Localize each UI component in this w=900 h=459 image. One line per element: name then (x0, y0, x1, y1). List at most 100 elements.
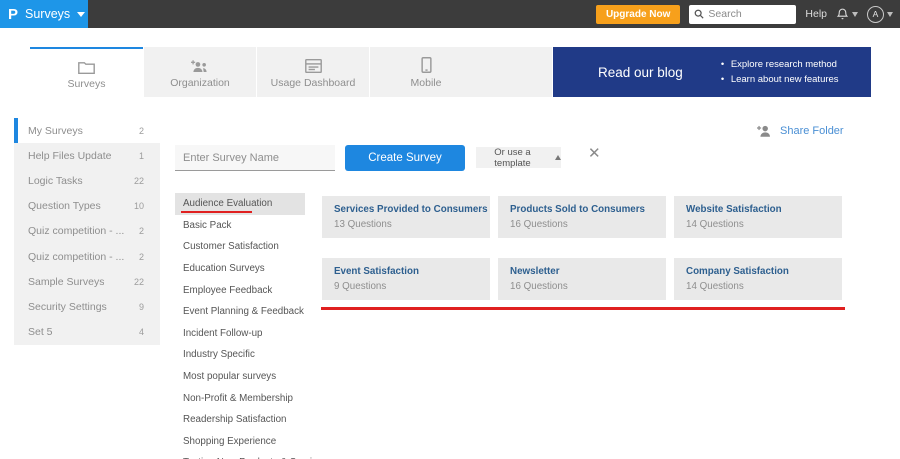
surveys-app-page: P Surveys Upgrade Now Help (0, 0, 900, 459)
category-employee-feedback[interactable]: Employee Feedback (175, 279, 305, 301)
search-input[interactable] (708, 8, 789, 20)
account-menu[interactable]: A (867, 5, 893, 23)
tab-label: Surveys (67, 77, 106, 90)
card-question-count: 9 Questions (334, 281, 387, 292)
chevron-down-icon (77, 11, 86, 17)
template-card-event-satisfaction[interactable]: Event Satisfaction 9 Questions (322, 258, 490, 300)
category-label: Customer Satisfaction (183, 241, 279, 253)
category-readership-satisfaction[interactable]: Readership Satisfaction (175, 409, 305, 431)
category-most-popular-surveys[interactable]: Most popular surveys (175, 366, 305, 388)
sidebar-item-label: Set 5 (28, 326, 53, 339)
annotation-line-template-cards (321, 307, 845, 310)
category-incident-follow-up[interactable]: Incident Follow-up (175, 323, 305, 345)
folders-sidebar: My Surveys 2 Help Files Update 1 Logic T… (14, 118, 160, 345)
blog-banner-bullets: Explore research method Learn about new … (721, 57, 839, 87)
upgrade-now-button[interactable]: Upgrade Now (595, 4, 681, 24)
template-cards-grid: Services Provided to Consumers 13 Questi… (322, 196, 842, 300)
top-bar: P Surveys Upgrade Now Help (0, 0, 900, 28)
topbar-actions: Upgrade Now Help (595, 4, 900, 24)
sidebar-item-label: Quiz competition - ... (28, 225, 125, 238)
proprofs-logo: P (8, 5, 19, 23)
add-people-icon (191, 56, 209, 73)
help-link[interactable]: Help (805, 8, 827, 20)
tab-usage-dashboard[interactable]: Usage Dashboard (256, 47, 369, 97)
use-template-toggle[interactable]: Or use a template (476, 146, 561, 169)
category-basic-pack[interactable]: Basic Pack (175, 215, 305, 237)
sidebar-item-count: 2 (138, 251, 144, 262)
template-card-services-provided[interactable]: Services Provided to Consumers 13 Questi… (322, 196, 490, 238)
annotation-underline-audience-evaluation (181, 211, 252, 213)
category-label: Shopping Experience (183, 435, 277, 447)
category-label: Education Surveys (183, 263, 265, 275)
sidebar-item-label: Quiz competition - ... (28, 250, 125, 263)
read-our-blog-banner[interactable]: Read our blog Explore research method Le… (553, 47, 871, 97)
product-switcher[interactable]: P Surveys (0, 0, 88, 28)
card-title: Newsletter (510, 266, 560, 277)
card-title: Website Satisfaction (686, 204, 782, 215)
share-folder-label: Share Folder (780, 125, 844, 137)
card-question-count: 14 Questions (686, 281, 744, 292)
sidebar-item-count: 9 (138, 301, 144, 312)
tab-organization[interactable]: Organization (143, 47, 256, 97)
tab-label: Organization (170, 76, 230, 89)
sidebar-item-count: 10 (133, 201, 144, 212)
category-event-planning-feedback[interactable]: Event Planning & Feedback (175, 301, 305, 323)
share-folder-button[interactable]: Share Folder (757, 125, 844, 137)
tab-mobile[interactable]: Mobile (369, 47, 482, 97)
sidebar-item-quiz-competition-1[interactable]: Quiz competition - ... 2 (14, 218, 160, 244)
sidebar-item-sample-surveys[interactable]: Sample Surveys 22 (14, 269, 160, 295)
close-icon[interactable]: ✕ (588, 146, 601, 161)
category-label: Industry Specific (183, 349, 255, 361)
category-label: Most popular surveys (183, 371, 277, 383)
blog-banner-title: Read our blog (598, 64, 683, 80)
card-title: Products Sold to Consumers (510, 204, 645, 215)
search-box[interactable] (689, 4, 797, 24)
card-title: Company Satisfaction (686, 266, 789, 277)
tab-label: Usage Dashboard (270, 76, 356, 89)
card-question-count: 16 Questions (510, 219, 568, 230)
category-label: Employee Feedback (183, 284, 273, 296)
sidebar-item-label: Security Settings (28, 300, 107, 313)
template-card-newsletter[interactable]: Newsletter 16 Questions (498, 258, 666, 300)
chevron-up-icon (555, 155, 561, 160)
sidebar-item-label: Question Types (28, 200, 101, 213)
category-testing-new-products[interactable]: Testing New Products & Services (175, 452, 327, 459)
notifications-button[interactable] (836, 7, 858, 21)
category-education-surveys[interactable]: Education Surveys (175, 258, 305, 280)
sidebar-item-count: 2 (138, 125, 144, 136)
sidebar-item-label: Logic Tasks (28, 174, 83, 187)
category-non-profit-membership[interactable]: Non-Profit & Membership (175, 387, 305, 409)
category-label: Incident Follow-up (183, 327, 263, 339)
survey-name-input[interactable] (175, 145, 335, 171)
sidebar-item-label: Help Files Update (28, 149, 112, 162)
product-switcher-label: Surveys (25, 7, 71, 21)
bell-icon (836, 7, 849, 21)
template-card-company-satisfaction[interactable]: Company Satisfaction 14 Questions (674, 258, 842, 300)
sidebar-item-count: 22 (133, 175, 144, 186)
category-label: Non-Profit & Membership (183, 392, 293, 404)
template-category-list: Audience Evaluation Basic Pack Customer … (175, 193, 327, 459)
create-survey-button[interactable]: Create Survey (345, 145, 465, 171)
sidebar-item-logic-tasks[interactable]: Logic Tasks 22 (14, 168, 160, 194)
sidebar-item-my-surveys[interactable]: My Surveys 2 (14, 118, 160, 144)
template-card-website-satisfaction[interactable]: Website Satisfaction 14 Questions (674, 196, 842, 238)
sidebar-item-help-files-update[interactable]: Help Files Update 1 (14, 143, 160, 169)
tab-surveys[interactable]: Surveys (30, 47, 143, 97)
mobile-icon (420, 56, 432, 73)
sidebar-item-set-5[interactable]: Set 5 4 (14, 319, 160, 345)
sidebar-item-question-types[interactable]: Question Types 10 (14, 193, 160, 219)
main-nav-tabs: Surveys Organization Usage Dashboard Mob… (30, 47, 552, 97)
category-shopping-experience[interactable]: Shopping Experience (175, 431, 305, 453)
template-card-products-sold[interactable]: Products Sold to Consumers 16 Questions (498, 196, 666, 238)
sidebar-item-security-settings[interactable]: Security Settings 9 (14, 294, 160, 320)
category-label: Audience Evaluation (183, 198, 273, 210)
use-template-label: Or use a template (494, 146, 531, 169)
category-customer-satisfaction[interactable]: Customer Satisfaction (175, 236, 305, 258)
chevron-down-icon (852, 11, 858, 17)
card-title: Services Provided to Consumers (334, 204, 488, 215)
category-label: Readership Satisfaction (183, 414, 287, 426)
sidebar-item-quiz-competition-2[interactable]: Quiz competition - ... 2 (14, 243, 160, 270)
avatar: A (867, 5, 884, 23)
category-industry-specific[interactable]: Industry Specific (175, 344, 305, 366)
search-icon (694, 9, 704, 19)
